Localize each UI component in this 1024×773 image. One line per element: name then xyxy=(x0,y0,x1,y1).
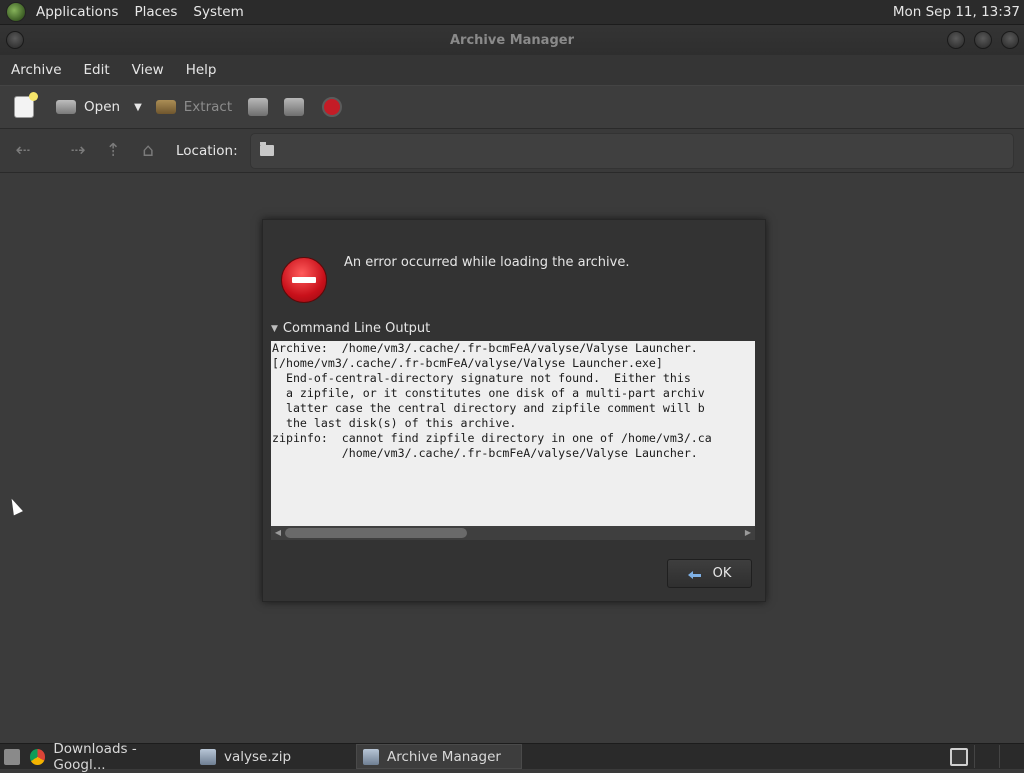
close-button[interactable] xyxy=(1001,31,1019,49)
output-line: a zipfile, or it constitutes one disk of… xyxy=(272,386,705,400)
stop-icon xyxy=(322,97,343,117)
menubar: Archive Edit View Help xyxy=(0,55,1024,85)
location-field[interactable] xyxy=(249,132,1014,169)
output-line: the last disk(s) of this archive. xyxy=(272,416,517,430)
output-line: Archive: /home/vm3/.cache/.fr-bcmFeA/val… xyxy=(272,341,698,355)
ok-label: OK xyxy=(712,566,732,581)
output-line: [/home/vm3/.cache/.fr-bcmFeA/valyse/Valy… xyxy=(272,356,663,370)
open-button[interactable]: Open xyxy=(42,90,120,124)
menu-archive[interactable]: Archive xyxy=(0,62,73,78)
output-line: /home/vm3/.cache/.fr-bcmFeA/valyse/Valys… xyxy=(272,446,698,460)
return-arrow-icon xyxy=(687,568,704,580)
panel-clock[interactable]: Mon Sep 11, 13:37 xyxy=(893,0,1020,24)
panel-menu-places[interactable]: Places xyxy=(126,0,185,24)
task-downloads-chrome[interactable]: Downloads - Googl... xyxy=(24,741,194,773)
toolbar: Open ▼ Extract xyxy=(0,85,1024,129)
distro-logo-icon[interactable] xyxy=(6,2,26,22)
add-folder-button[interactable] xyxy=(276,90,312,124)
ok-button[interactable]: OK xyxy=(667,559,752,588)
maximize-button[interactable] xyxy=(974,31,992,49)
output-line: latter case the central directory and zi… xyxy=(272,401,705,415)
add-folder-icon xyxy=(284,98,305,116)
extract-label: Extract xyxy=(183,99,233,115)
location-bar: ⇠ ⇢ ⇡ ⌂ Location: xyxy=(0,129,1024,173)
output-line: End-of-central-directory signature not f… xyxy=(272,371,691,385)
panel-menu-system[interactable]: System xyxy=(185,0,251,24)
horizontal-scrollbar[interactable]: ◀ ▶ xyxy=(271,526,755,540)
archive-icon xyxy=(200,748,216,765)
task-valyse-zip[interactable]: valyse.zip xyxy=(194,745,356,768)
workspace-switcher-2[interactable] xyxy=(974,745,999,768)
menu-view[interactable]: View xyxy=(121,62,175,78)
scroll-right-arrow-icon[interactable]: ▶ xyxy=(741,526,755,540)
open-archive-icon xyxy=(56,100,76,114)
home-icon[interactable]: ⌂ xyxy=(135,138,161,164)
taskbar: Downloads - Googl... valyse.zip Archive … xyxy=(0,741,1024,773)
open-label: Open xyxy=(84,99,121,115)
back-arrow-icon[interactable]: ⇠ xyxy=(10,138,36,164)
scroll-left-arrow-icon[interactable]: ◀ xyxy=(271,526,285,540)
add-files-icon xyxy=(248,98,269,116)
expander-label: Command Line Output xyxy=(282,321,431,336)
command-output-textview[interactable]: Archive: /home/vm3/.cache/.fr-bcmFeA/val… xyxy=(271,341,755,526)
window-title: Archive Manager xyxy=(450,33,574,48)
window-titlebar[interactable]: Archive Manager xyxy=(0,25,1024,55)
show-desktop-icon xyxy=(4,748,20,765)
chrome-icon xyxy=(30,748,46,765)
task-archive-manager[interactable]: Archive Manager xyxy=(356,744,522,769)
open-dropdown-button[interactable]: ▼ xyxy=(120,90,142,124)
workspace-switcher-3[interactable] xyxy=(999,745,1024,768)
location-label: Location: xyxy=(176,142,238,159)
command-line-output-expander[interactable]: ▼ Command Line Output xyxy=(271,321,430,336)
show-desktop-button[interactable] xyxy=(0,745,24,768)
task-label: Archive Manager xyxy=(387,748,501,765)
menu-edit[interactable]: Edit xyxy=(73,62,121,78)
add-files-button[interactable] xyxy=(232,90,276,124)
minimize-button[interactable] xyxy=(947,31,965,49)
workspace-icon xyxy=(950,747,968,766)
workspace-switcher-1[interactable] xyxy=(944,745,974,768)
menu-help[interactable]: Help xyxy=(175,62,228,78)
task-label: valyse.zip xyxy=(224,748,292,765)
new-archive-icon xyxy=(14,92,38,118)
up-arrow-icon[interactable]: ⇡ xyxy=(100,138,126,164)
dropdown-arrow-icon: ▼ xyxy=(134,101,142,113)
error-icon xyxy=(281,257,327,303)
extract-button[interactable]: Extract xyxy=(142,90,232,124)
error-message: An error occurred while loading the arch… xyxy=(344,255,630,270)
error-dialog: An error occurred while loading the arch… xyxy=(262,219,766,602)
output-line: zipinfo: cannot find zipfile directory i… xyxy=(272,431,712,445)
scrollbar-thumb[interactable] xyxy=(285,528,467,538)
forward-arrow-icon[interactable]: ⇢ xyxy=(65,138,91,164)
stop-button[interactable] xyxy=(312,90,350,124)
expander-arrow-icon: ▼ xyxy=(271,323,278,334)
archive-manager-icon xyxy=(363,748,379,765)
new-archive-button[interactable] xyxy=(0,90,42,124)
extract-icon xyxy=(155,100,176,114)
panel-menu-applications[interactable]: Applications xyxy=(28,0,126,24)
top-panel: Applications Places System Mon Sep 11, 1… xyxy=(0,0,1024,25)
output-text: Archive: /home/vm3/.cache/.fr-bcmFeA/val… xyxy=(271,341,755,461)
folder-icon xyxy=(259,142,274,156)
